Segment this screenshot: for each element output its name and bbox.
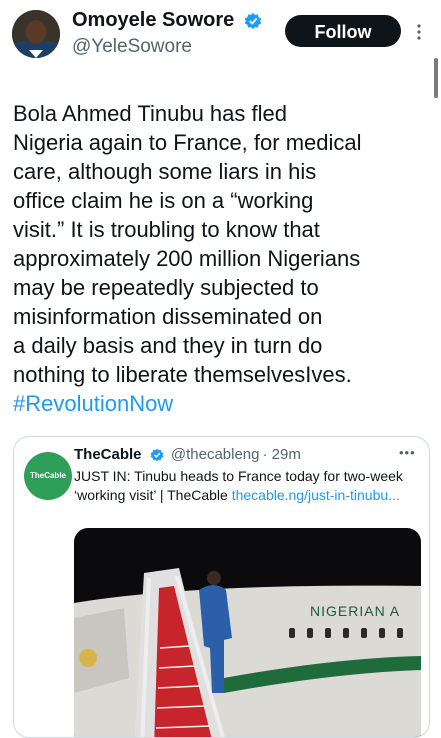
tweet-text: Bola Ahmed Tinubu has fled Nigeria again… <box>13 70 428 447</box>
author-name[interactable]: Omoyele Sowore <box>72 9 262 32</box>
quoted-more-icon[interactable]: ••• <box>399 445 416 460</box>
quoted-author-name[interactable]: TheCable <box>74 446 142 463</box>
more-options-icon[interactable] <box>409 20 429 44</box>
quoted-verified-badge-icon <box>150 448 164 462</box>
quoted-time: · 29m <box>262 446 301 463</box>
tweet-header: Omoyele Sowore @YeleSowore Follow <box>0 0 441 64</box>
verified-badge-icon <box>244 12 262 29</box>
quoted-author: TheCable @thecableng · 29m <box>74 446 301 463</box>
airplane-boarding-photo: NIGERIAN A <box>74 528 421 737</box>
scrollbar-thumb[interactable] <box>434 58 438 98</box>
author-avatar[interactable] <box>12 10 60 58</box>
follow-button[interactable]: Follow <box>285 15 401 47</box>
hashtag-link[interactable]: #RevolutionNow <box>13 389 428 418</box>
author-name-text: Omoyele Sowore <box>72 9 235 31</box>
quoted-photo[interactable]: NIGERIAN A <box>74 528 421 737</box>
quoted-text: JUST IN: Tinubu heads to France today fo… <box>74 467 419 505</box>
quoted-avatar-logo-text: TheCable <box>29 471 66 480</box>
quoted-author-handle[interactable]: @thecableng <box>171 446 260 463</box>
avatar-photo <box>12 10 60 58</box>
tweet-body: Bola Ahmed Tinubu has fled Nigeria again… <box>13 101 362 387</box>
quoted-avatar[interactable]: TheCable <box>24 452 72 500</box>
quoted-link[interactable]: thecable.ng/just-in-tinubu... <box>232 487 400 503</box>
quoted-tweet[interactable]: TheCable TheCable @thecableng · 29m ••• J… <box>13 436 430 738</box>
author-handle[interactable]: @YeleSowore <box>72 36 192 58</box>
plane-livery-text: NIGERIAN A <box>310 603 400 619</box>
